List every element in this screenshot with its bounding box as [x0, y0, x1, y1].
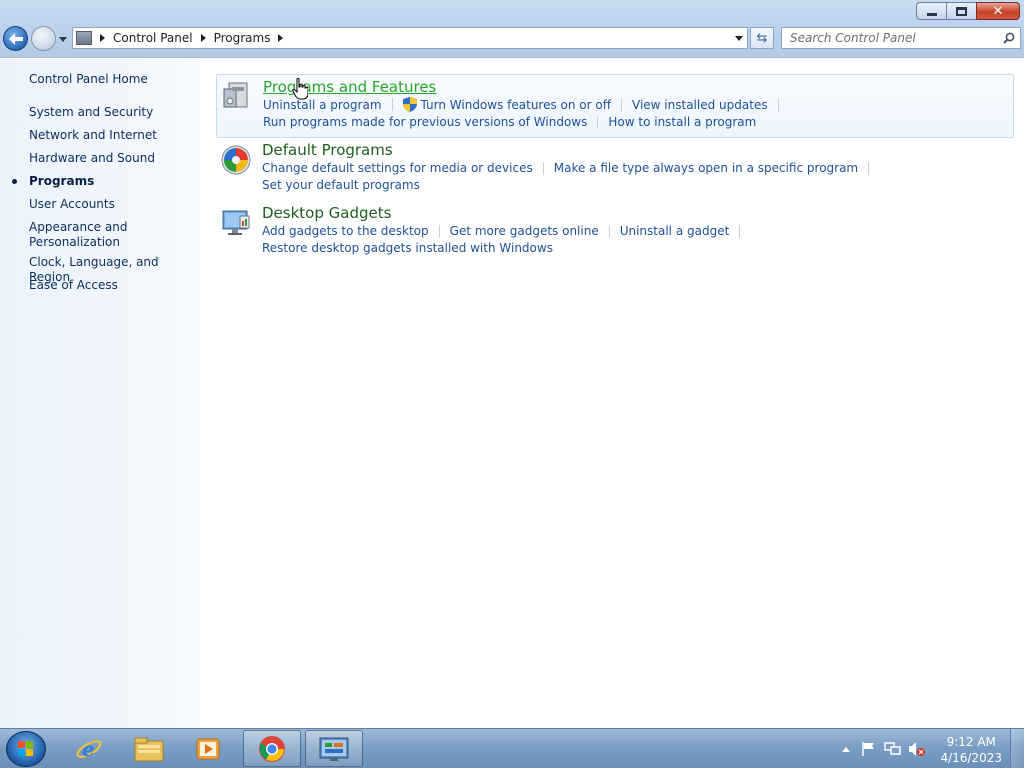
address-dropdown-icon[interactable] [735, 36, 743, 41]
sidebar-item-system-security[interactable]: System and Security [29, 105, 153, 120]
restore-icon [956, 6, 967, 16]
desktop-gadgets-icon [222, 210, 250, 235]
taskbar: e 9:12 AM 4/16/2023 [0, 728, 1024, 768]
file-type-association-link[interactable]: Make a file type always open in a specif… [554, 161, 858, 175]
back-button[interactable] [3, 26, 28, 51]
control-panel-icon [319, 737, 349, 761]
category-desktop-gadgets: Desktop Gadgets Add gadgets to the deskt… [216, 203, 1014, 263]
link-separator [621, 98, 623, 111]
svg-text:e: e [82, 737, 95, 761]
refresh-icon: ⇆ [756, 30, 768, 46]
close-icon: ✕ [992, 3, 1004, 19]
start-button[interactable] [6, 731, 46, 767]
change-default-media-settings-link[interactable]: Change default settings for media or dev… [262, 161, 533, 175]
media-player-icon [196, 738, 220, 759]
programs-features-links-row2: Run programs made for previous versions … [263, 115, 756, 129]
close-button[interactable]: ✕ [976, 2, 1020, 20]
left-navigation-pane: Control Panel Home System and Security N… [0, 59, 200, 728]
back-arrow-icon [8, 32, 23, 45]
run-older-programs-link[interactable]: Run programs made for previous versions … [263, 115, 587, 129]
programs-features-icon [223, 82, 248, 108]
minimize-icon [926, 12, 937, 16]
address-bar[interactable]: Control Panel Programs [72, 27, 748, 49]
show-desktop-button[interactable] [1010, 729, 1024, 768]
breadcrumb-arrow-icon[interactable] [278, 34, 284, 42]
set-default-programs-link[interactable]: Set your default programs [262, 178, 420, 192]
sidebar-item-hardware-sound[interactable]: Hardware and Sound [29, 151, 155, 166]
taskbar-chrome[interactable] [243, 730, 301, 767]
windows-explorer-icon [134, 737, 164, 761]
restore-button[interactable] [946, 2, 976, 20]
search-box[interactable] [781, 27, 1021, 49]
control-panel-icon [76, 31, 92, 45]
link-separator [608, 224, 610, 238]
internet-explorer-icon: e [76, 737, 102, 761]
uninstall-program-link[interactable]: Uninstall a program [263, 98, 382, 112]
how-to-install-link[interactable]: How to install a program [608, 115, 756, 129]
clock-time: 9:12 AM [946, 735, 996, 749]
current-item-bullet [12, 179, 17, 184]
default-programs-links-row2: Set your default programs [262, 178, 420, 192]
chrome-icon [259, 735, 285, 762]
taskbar-control-panel[interactable] [305, 730, 363, 767]
uninstall-gadget-link[interactable]: Uninstall a gadget [620, 224, 730, 238]
desktop-gadgets-link[interactable]: Desktop Gadgets [262, 204, 391, 222]
network-icon[interactable] [884, 741, 902, 757]
link-separator [868, 161, 870, 175]
taskbar-clock[interactable]: 9:12 AM 4/16/2023 [940, 734, 1002, 766]
default-programs-link[interactable]: Default Programs [262, 141, 393, 159]
programs-features-links-row1: Uninstall a program Turn Windows feature… [263, 97, 789, 112]
uac-shield-icon [402, 97, 417, 112]
link-separator [438, 224, 440, 238]
taskbar-windows-explorer[interactable] [120, 730, 178, 767]
minimize-button[interactable] [916, 2, 946, 20]
hand-cursor-icon [292, 78, 308, 100]
window-chrome: ✕ Control Panel Programs ⇆ [0, 0, 1024, 58]
breadcrumb-arrow-icon[interactable] [200, 34, 206, 42]
clock-date: 4/16/2023 [940, 751, 1002, 765]
link-separator [739, 224, 741, 238]
breadcrumb-arrow-icon[interactable] [100, 34, 105, 42]
programs-features-link[interactable]: Programs and Features [263, 78, 436, 96]
turn-windows-features-link[interactable]: Turn Windows features on or off [421, 98, 612, 112]
taskbar-internet-explorer[interactable]: e [60, 730, 118, 767]
sidebar-item-user-accounts[interactable]: User Accounts [29, 197, 115, 212]
search-icon[interactable] [1003, 32, 1015, 44]
default-programs-icon [221, 145, 251, 175]
desktop-gadgets-links-row2: Restore desktop gadgets installed with W… [262, 241, 553, 255]
sidebar-item-control-panel-home[interactable]: Control Panel Home [29, 72, 148, 87]
windows-logo-icon [18, 741, 33, 756]
action-center-flag-icon[interactable] [861, 741, 877, 757]
get-more-gadgets-link[interactable]: Get more gadgets online [450, 224, 599, 238]
volume-muted-icon[interactable] [908, 741, 926, 757]
search-input[interactable] [782, 28, 992, 48]
system-tray: 9:12 AM 4/16/2023 [839, 729, 1024, 768]
forward-button[interactable] [31, 26, 56, 51]
add-gadgets-link[interactable]: Add gadgets to the desktop [262, 224, 429, 238]
show-hidden-icons-icon[interactable] [841, 745, 851, 753]
recent-pages-dropdown-icon[interactable] [58, 34, 68, 44]
desktop-gadgets-links-row1: Add gadgets to the desktop Get more gadg… [262, 224, 750, 238]
window-controls: ✕ [916, 2, 1020, 20]
default-programs-links-row1: Change default settings for media or dev… [262, 161, 879, 175]
refresh-button[interactable]: ⇆ [750, 27, 774, 49]
sidebar-item-appearance-personalization[interactable]: Appearance and Personalization [29, 220, 127, 250]
category-default-programs: Default Programs Change default settings… [216, 140, 1014, 200]
sidebar-item-programs[interactable]: Programs [29, 174, 94, 189]
view-installed-updates-link[interactable]: View installed updates [632, 98, 768, 112]
sidebar-item-network-internet[interactable]: Network and Internet [29, 128, 157, 143]
category-programs-features: Programs and Features Uninstall a progra… [216, 74, 1014, 138]
link-separator [777, 98, 779, 111]
main-content: Programs and Features Uninstall a progra… [200, 59, 1024, 728]
link-separator [391, 98, 393, 111]
link-separator [542, 161, 544, 175]
taskbar-media-player[interactable] [180, 730, 238, 767]
sidebar-item-ease-of-access[interactable]: Ease of Access [29, 278, 118, 293]
restore-gadgets-link[interactable]: Restore desktop gadgets installed with W… [262, 241, 553, 255]
breadcrumb-control-panel[interactable]: Control Panel [113, 31, 193, 45]
breadcrumb-programs[interactable]: Programs [214, 31, 271, 45]
link-separator [597, 115, 599, 129]
